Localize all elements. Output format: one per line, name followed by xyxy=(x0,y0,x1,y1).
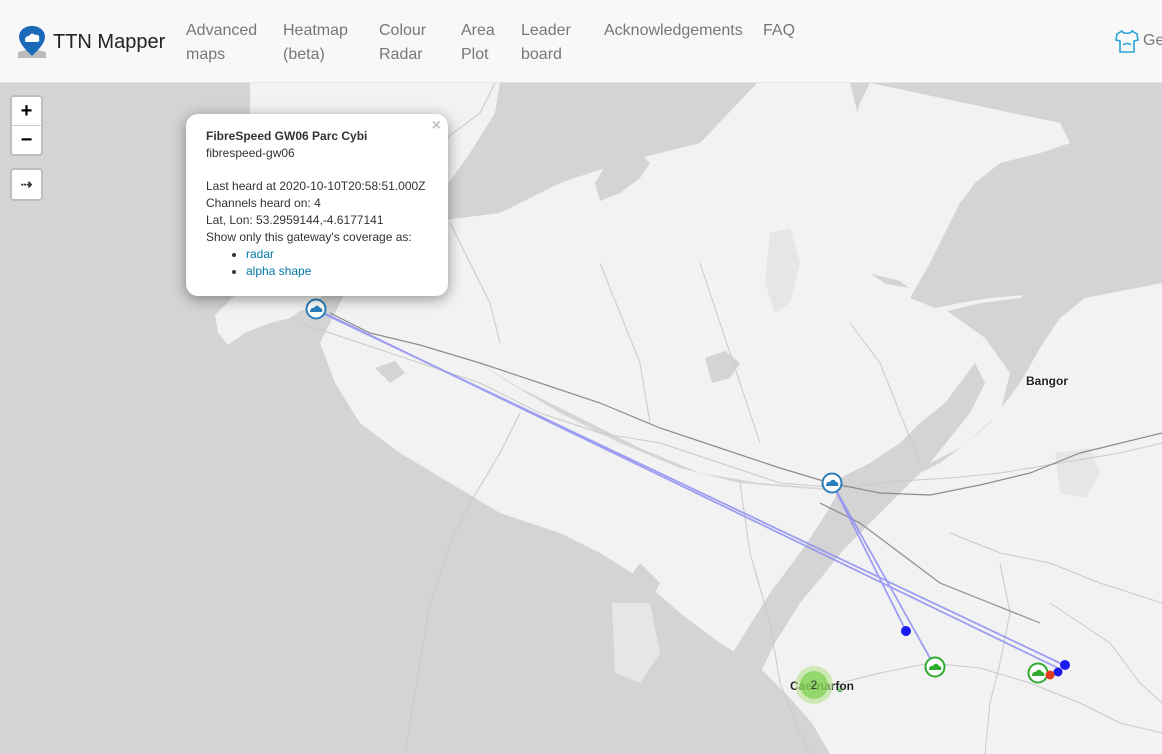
popup-gateway-id: fibrespeed-gw06 xyxy=(206,146,295,160)
popup-link-list: radar alpha shape xyxy=(246,246,428,280)
radar-link[interactable]: radar xyxy=(246,247,274,261)
nav-area-plot[interactable]: Area Plot xyxy=(461,19,495,67)
nav-heatmap-line2: (beta) xyxy=(283,46,325,63)
nav-faq[interactable]: FAQ xyxy=(763,19,795,43)
nav-leader-board-line1: Leader xyxy=(521,22,571,39)
shirt-icon xyxy=(1115,29,1139,53)
navbar: TTN Mapper Advanced maps Heatmap (beta) … xyxy=(0,0,1162,83)
popup-close-button[interactable]: × xyxy=(432,117,441,135)
popup-link-item: alpha shape xyxy=(246,263,428,280)
label-bangor: Bangor xyxy=(1026,374,1068,388)
nav-acknowledgements-label: Acknowledgements xyxy=(604,22,743,39)
nav-acknowledgements[interactable]: Acknowledgements xyxy=(604,19,743,43)
nav-colour-radar-line1: Colour xyxy=(379,22,427,39)
nav-leader-board[interactable]: Leader board xyxy=(521,19,571,67)
nav-advanced-maps[interactable]: Advanced maps xyxy=(186,19,257,67)
popup-title: FibreSpeed GW06 Parc Cybi xyxy=(206,129,368,143)
nav-colour-radar[interactable]: Colour Radar xyxy=(379,19,426,67)
nav-colour-radar-line2: Radar xyxy=(379,46,423,63)
popup-channels: Channels heard on: 4 xyxy=(206,196,321,210)
nav-get-shirt[interactable]: Ge xyxy=(1114,28,1162,54)
zoom-out-button[interactable]: − xyxy=(12,126,41,154)
brand-title: TTN Mapper xyxy=(53,30,166,53)
nav-area-plot-line1: Area xyxy=(461,22,495,39)
nav-advanced-maps-line1: Advanced xyxy=(186,22,258,39)
marker-cluster-count: 2 xyxy=(800,671,828,699)
ttn-logo-icon xyxy=(18,26,46,58)
map-extra-control-button[interactable]: ⇢ xyxy=(10,168,43,201)
nav-advanced-maps-line2: maps xyxy=(186,46,226,63)
popup-latlon: Lat, Lon: 53.2959144,-4.6177141 xyxy=(206,213,384,227)
popup-show-only: Show only this gateway's coverage as: xyxy=(206,230,412,244)
zoom-in-button[interactable]: + xyxy=(12,97,41,126)
popup-last-heard: Last heard at 2020-10-10T20:58:51.000Z xyxy=(206,179,426,193)
nav-area-plot-line2: Plot xyxy=(461,46,489,63)
nav-leader-board-line2: board xyxy=(521,46,562,63)
nav-heatmap[interactable]: Heatmap (beta) xyxy=(283,19,348,67)
map-base-layer xyxy=(0,83,1162,754)
gateway-popup: × FibreSpeed GW06 Parc Cybi fibrespeed-g… xyxy=(186,114,448,311)
marker-cluster[interactable]: 2 xyxy=(795,666,833,704)
zoom-control: + − xyxy=(10,95,43,156)
nav-faq-label: FAQ xyxy=(763,22,796,39)
popup-link-item: radar xyxy=(246,246,428,263)
nav-heatmap-line1: Heatmap xyxy=(283,22,348,39)
map-canvas[interactable]: + − ⇢ Bangor Caernarfon 2 × FibreSpeed G… xyxy=(0,83,1162,754)
brand[interactable]: TTN Mapper xyxy=(16,24,165,60)
nav-get-shirt-label: Ge xyxy=(1143,32,1162,49)
alpha-shape-link[interactable]: alpha shape xyxy=(246,264,311,278)
